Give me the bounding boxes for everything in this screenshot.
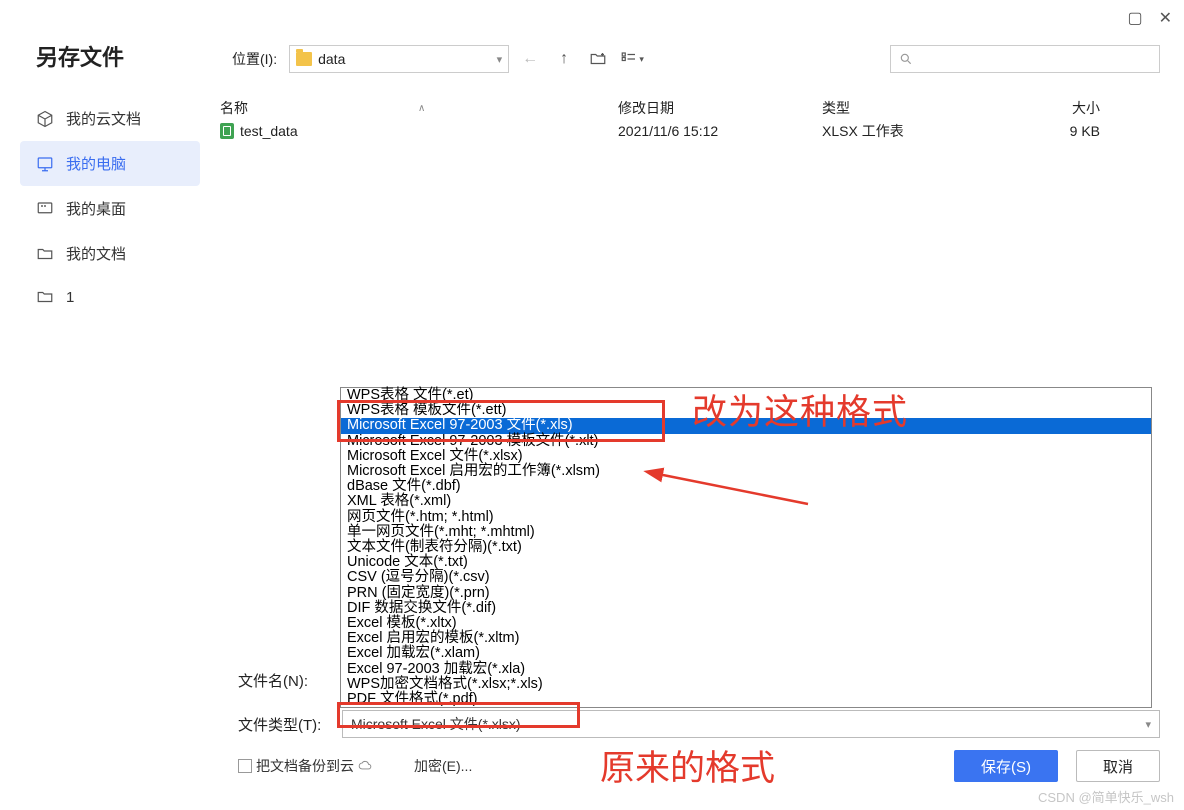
- folder-icon: [296, 52, 312, 66]
- folder-icon: [36, 288, 54, 306]
- column-date[interactable]: 修改日期: [614, 96, 818, 120]
- desktop-icon: [36, 200, 54, 218]
- dropdown-option[interactable]: XML 表格(*.xml): [341, 494, 1151, 509]
- xlsx-icon: [220, 123, 234, 139]
- sort-icon: ∧: [418, 103, 425, 114]
- maximize-icon[interactable]: ▢: [1127, 8, 1142, 28]
- dropdown-option[interactable]: CSV (逗号分隔)(*.csv): [341, 570, 1151, 585]
- dropdown-option[interactable]: 单一网页文件(*.mht; *.mhtml): [341, 525, 1151, 540]
- monitor-icon: [36, 155, 54, 173]
- dropdown-option[interactable]: PRN (固定宽度)(*.prn): [341, 586, 1151, 601]
- dialog-title: 另存文件: [36, 40, 124, 72]
- file-size: 9 KB: [996, 123, 1160, 139]
- dropdown-option[interactable]: dBase 文件(*.dbf): [341, 479, 1151, 494]
- file-date: 2021/11/6 15:12: [614, 123, 818, 139]
- up-button[interactable]: ↑: [551, 46, 577, 72]
- watermark: CSDN @简单快乐_wsh: [1038, 787, 1174, 806]
- dropdown-option[interactable]: 网页文件(*.htm; *.html): [341, 510, 1151, 525]
- chevron-down-icon: ▾: [497, 53, 503, 66]
- search-icon: [899, 52, 913, 66]
- dropdown-option[interactable]: Excel 加载宏(*.xlam): [341, 646, 1151, 661]
- cloud-icon: [358, 759, 372, 773]
- filetype-label: 文件类型(T):: [238, 714, 336, 735]
- save-button[interactable]: 保存(S): [954, 750, 1058, 782]
- filename-label: 文件名(N):: [238, 670, 336, 691]
- encrypt-button[interactable]: 加密(E)...: [414, 756, 472, 776]
- cancel-button[interactable]: 取消: [1076, 750, 1160, 782]
- new-folder-button[interactable]: [585, 46, 611, 72]
- annotation-box-2: [337, 702, 580, 728]
- back-button[interactable]: ←: [517, 46, 543, 72]
- annotation-text-1: 改为这种格式: [692, 384, 908, 435]
- backup-checkbox[interactable]: [238, 759, 252, 773]
- sidebar: 我的云文档 我的电脑 我的桌面 我的文档 1: [20, 96, 200, 318]
- chevron-down-icon: ▾: [1145, 718, 1151, 731]
- column-name[interactable]: 名称∧: [216, 96, 614, 120]
- path-text: data: [318, 51, 490, 67]
- column-size[interactable]: 大小: [996, 96, 1160, 120]
- column-type[interactable]: 类型: [818, 96, 996, 120]
- sidebar-item-label: 我的云文档: [66, 108, 141, 129]
- file-type: XLSX 工作表: [818, 121, 996, 141]
- sidebar-item-cloud[interactable]: 我的云文档: [20, 96, 200, 141]
- file-row[interactable]: test_data 2021/11/6 15:12 XLSX 工作表 9 KB: [216, 120, 1160, 142]
- column-headers: 名称∧ 修改日期 类型 大小: [216, 96, 1160, 120]
- dropdown-option[interactable]: Microsoft Excel 启用宏的工作簿(*.xlsm): [341, 464, 1151, 479]
- sidebar-item-computer[interactable]: 我的电脑: [20, 141, 200, 186]
- close-icon[interactable]: ✕: [1159, 8, 1172, 28]
- path-select[interactable]: data ▾: [289, 45, 509, 73]
- annotation-box-1: [337, 400, 665, 442]
- dropdown-option[interactable]: DIF 数据交换文件(*.dif): [341, 601, 1151, 616]
- folder-icon: [36, 245, 54, 263]
- backup-label: 把文档备份到云: [256, 756, 354, 776]
- sidebar-item-label: 我的电脑: [66, 153, 126, 174]
- location-label: 位置(I):: [232, 49, 277, 69]
- file-name: test_data: [240, 123, 298, 139]
- search-input[interactable]: [890, 45, 1160, 73]
- view-button[interactable]: ▾: [619, 46, 645, 72]
- cube-icon: [36, 110, 54, 128]
- dropdown-option[interactable]: 文本文件(制表符分隔)(*.txt): [341, 540, 1151, 555]
- sidebar-item-label: 1: [66, 289, 74, 306]
- sidebar-item-desktop[interactable]: 我的桌面: [20, 186, 200, 231]
- toolbar: 位置(I): data ▾ ← ↑ ▾: [232, 44, 1160, 74]
- sidebar-item-1[interactable]: 1: [20, 276, 200, 318]
- sidebar-item-label: 我的文档: [66, 243, 126, 264]
- sidebar-item-label: 我的桌面: [66, 198, 126, 219]
- dropdown-option[interactable]: Microsoft Excel 文件(*.xlsx): [341, 449, 1151, 464]
- dropdown-option[interactable]: Excel 模板(*.xltx): [341, 616, 1151, 631]
- annotation-text-2: 原来的格式: [600, 740, 775, 791]
- sidebar-item-documents[interactable]: 我的文档: [20, 231, 200, 276]
